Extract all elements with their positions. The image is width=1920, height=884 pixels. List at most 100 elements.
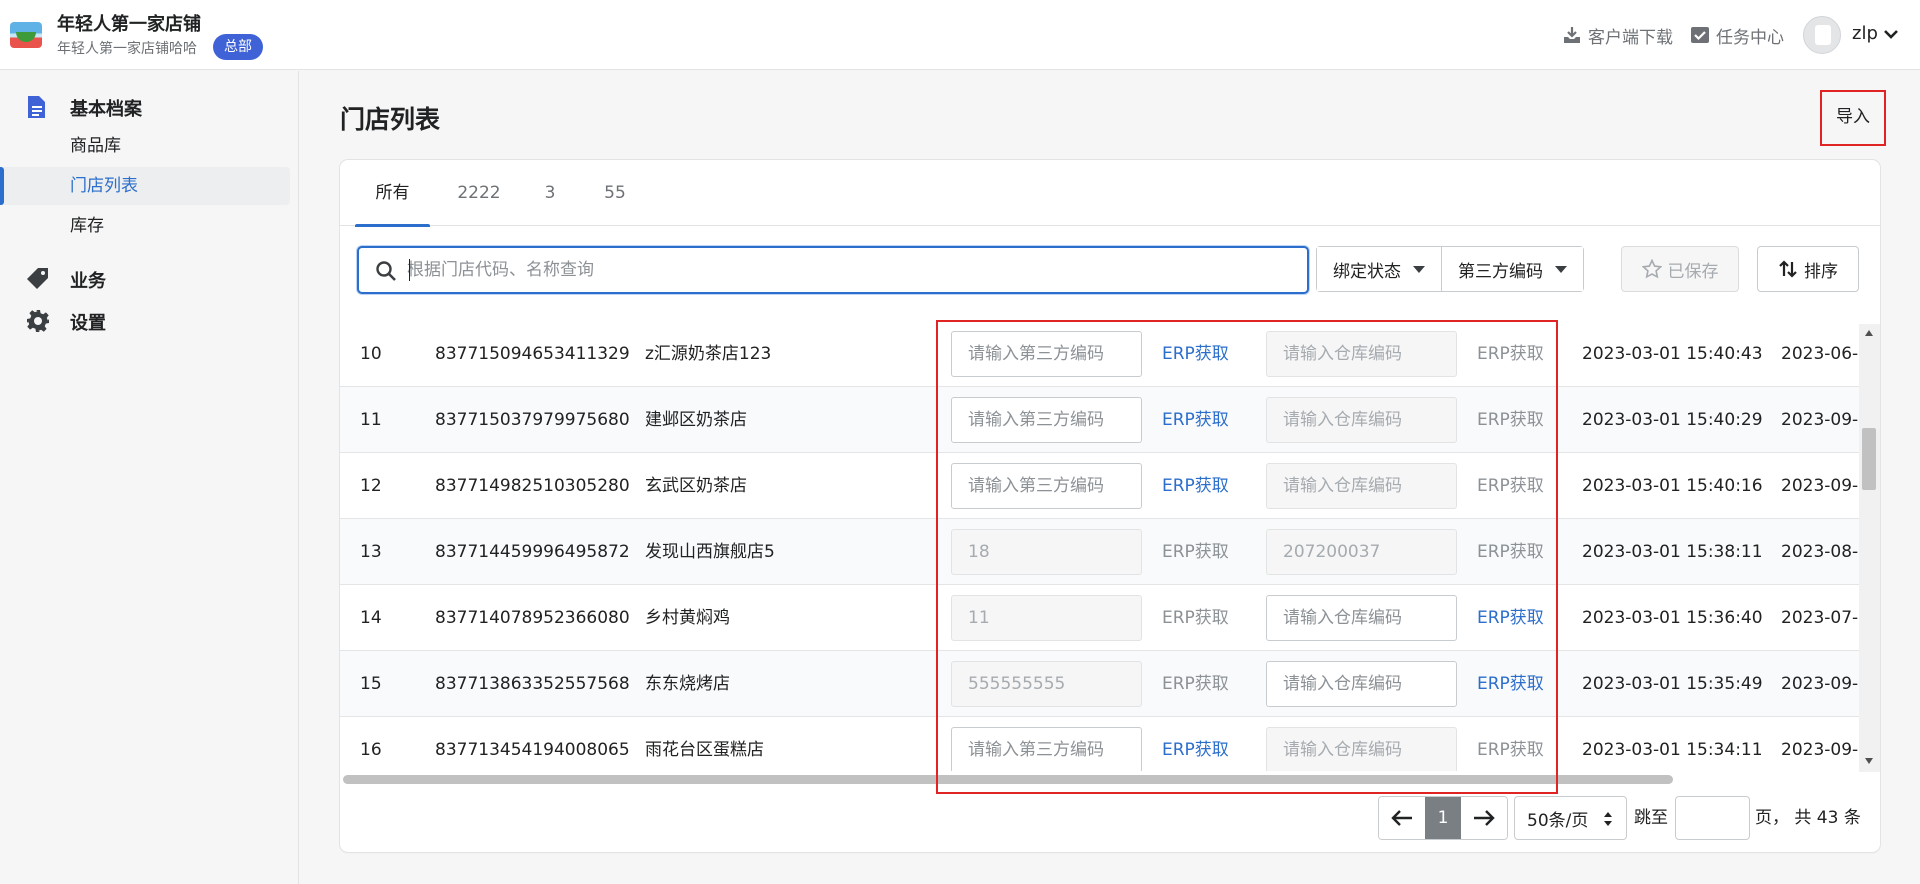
third-party-code-field[interactable]: 请输入第三方编码: [951, 331, 1142, 377]
sidebar-group-settings[interactable]: 设置: [0, 303, 299, 337]
tab-all[interactable]: 所有: [355, 160, 430, 227]
saved-button[interactable]: 已保存: [1621, 246, 1739, 292]
warehouse-code-field: 207200037: [1266, 529, 1457, 575]
import-button[interactable]: 导入: [1820, 90, 1886, 146]
search-box: [357, 246, 1309, 294]
select-arrows-icon: [1604, 812, 1612, 826]
search-input[interactable]: [407, 256, 1287, 284]
third-party-code-field[interactable]: 请输入第三方编码: [951, 397, 1142, 443]
sidebar-group-basic-files[interactable]: 基本档案: [0, 89, 299, 123]
text-caret: [409, 259, 410, 281]
scroll-down-arrow-icon[interactable]: [1865, 758, 1873, 764]
erp-fetch-third-code-link: ERP获取: [1162, 542, 1229, 562]
sidebar: 基本档案 商品库 门店列表 库存 业务 设置: [0, 71, 299, 884]
erp-fetch-warehouse-code-link[interactable]: ERP获取: [1477, 651, 1544, 717]
table-row: 14 837714078952366080 乡村黄焖鸡 11 ERP获取 请输入仓库编码 E…: [340, 585, 1859, 651]
erp-fetch-warehouse-code-link: ERP获取: [1477, 410, 1544, 430]
warehouse-code-field: 请输入仓库编码: [1266, 727, 1457, 771]
third-code-filter[interactable]: 第三方编码: [1441, 247, 1583, 291]
erp-fetch-warehouse-code-link: ERP获取: [1477, 344, 1544, 364]
arrow-left-icon: [1391, 810, 1412, 826]
current-page[interactable]: 1: [1425, 797, 1461, 839]
third-party-code-field[interactable]: 请输入第三方编码: [951, 463, 1142, 509]
sidebar-item-inventory[interactable]: 库存: [0, 207, 290, 245]
updated-time: 2023-09-1: [1781, 410, 1859, 430]
page-title: 门店列表: [340, 105, 441, 134]
store-name: 东东烧烤店: [645, 674, 730, 694]
store-code: 837715037979975680: [435, 410, 630, 430]
jump-page-input[interactable]: [1675, 796, 1750, 840]
next-page-button[interactable]: [1461, 797, 1507, 839]
document-icon: [28, 96, 45, 118]
updated-time: 2023-08-1: [1781, 542, 1859, 562]
store-subtitle: 年轻人第一家店铺哈哈: [57, 41, 197, 57]
top-bar: 年轻人第一家店铺 年轻人第一家店铺哈哈 总部 客户端下载 任务中心 zlp: [0, 0, 1920, 70]
store-code: 837713454194008065: [435, 740, 630, 760]
sidebar-item-store-list[interactable]: 门店列表: [0, 167, 290, 205]
erp-fetch-third-code-link[interactable]: ERP获取: [1162, 453, 1229, 519]
created-time: 2023-03-01 15:40:16: [1582, 476, 1763, 496]
erp-fetch-warehouse-code-link: ERP获取: [1477, 542, 1544, 562]
store-logo: [10, 22, 42, 48]
warehouse-code-field[interactable]: 请输入仓库编码: [1266, 595, 1457, 641]
erp-fetch-third-code-link[interactable]: ERP获取: [1162, 327, 1229, 387]
store-name: 发现山西旗舰店5: [645, 542, 775, 562]
erp-fetch-warehouse-code-link[interactable]: ERP获取: [1477, 585, 1544, 651]
sidebar-group-business[interactable]: 业务: [0, 261, 299, 295]
table-row: 13 837714459996495872 发现山西旗舰店5 18 ERP获取 20720…: [340, 519, 1859, 585]
erp-fetch-warehouse-code-link: ERP获取: [1477, 740, 1544, 760]
prev-page-button[interactable]: [1379, 797, 1425, 839]
store-table: 10 837715094653411329 z汇源奶茶店123 请输入第三方编码 ERP…: [340, 327, 1859, 771]
sort-button[interactable]: 排序: [1757, 246, 1859, 292]
filter-tabs: 所有 2222 3 55: [340, 160, 1880, 227]
erp-fetch-third-code-link[interactable]: ERP获取: [1162, 717, 1229, 771]
user-menu[interactable]: zlp: [1852, 23, 1900, 44]
created-time: 2023-03-01 15:38:11: [1582, 542, 1763, 562]
third-party-code-field[interactable]: 请输入第三方编码: [951, 727, 1142, 771]
task-check-icon: [1691, 27, 1709, 43]
task-center-link[interactable]: 任务中心: [1690, 0, 1784, 70]
sidebar-group-label: 设置: [70, 313, 106, 334]
sort-label: 排序: [1804, 261, 1838, 282]
chevron-down-icon: [1883, 29, 1898, 39]
pagination: 1: [1378, 796, 1508, 840]
store-code: 837715094653411329: [435, 344, 630, 364]
user-name: zlp: [1852, 23, 1878, 44]
page-size-value: 50条/页: [1527, 810, 1589, 831]
store-list-card: 所有 2222 3 55 绑定状态 第三方编码 已保存 排序 10 8377150…: [340, 160, 1880, 852]
user-avatar[interactable]: [1803, 16, 1841, 54]
vertical-scrollbar[interactable]: [1859, 324, 1880, 772]
erp-fetch-third-code-link[interactable]: ERP获取: [1162, 387, 1229, 453]
tab-3[interactable]: 3: [530, 160, 570, 226]
created-time: 2023-03-01 15:34:11: [1582, 740, 1763, 760]
bind-status-filter[interactable]: 绑定状态: [1317, 247, 1441, 291]
row-number: 16: [360, 740, 382, 760]
row-number: 11: [360, 410, 382, 430]
search-icon: [376, 261, 396, 281]
updated-time: 2023-07-1: [1781, 608, 1859, 628]
created-time: 2023-03-01 15:40:43: [1582, 344, 1763, 364]
sidebar-item-product-library[interactable]: 商品库: [0, 127, 290, 165]
warehouse-code-field: 请输入仓库编码: [1266, 463, 1457, 509]
client-download-link[interactable]: 客户端下载: [1562, 0, 1673, 70]
sidebar-group-label: 业务: [70, 271, 106, 292]
scroll-up-arrow-icon[interactable]: [1865, 330, 1873, 336]
store-code: 837714982510305280: [435, 476, 630, 496]
table-row: 10 837715094653411329 z汇源奶茶店123 请输入第三方编码 ERP…: [340, 327, 1859, 387]
client-download-label: 客户端下载: [1588, 27, 1673, 48]
vertical-scroll-thumb[interactable]: [1862, 428, 1876, 490]
sidebar-group-label: 基本档案: [70, 99, 142, 120]
table-row: 15 837713863352557568 东东烧烤店 555555555 ERP获取请…: [340, 651, 1859, 717]
updated-time: 2023-09-0: [1781, 674, 1859, 694]
third-party-code-field: 11: [951, 595, 1142, 641]
task-center-label: 任务中心: [1716, 27, 1784, 48]
tab-2222[interactable]: 2222: [447, 160, 511, 226]
page-size-select[interactable]: 50条/页: [1514, 796, 1627, 840]
warehouse-code-field[interactable]: 请输入仓库编码: [1266, 661, 1457, 707]
filter-group: 绑定状态 第三方编码: [1316, 246, 1584, 292]
horizontal-scrollbar[interactable]: [340, 773, 1859, 785]
created-time: 2023-03-01 15:36:40: [1582, 608, 1763, 628]
tab-55[interactable]: 55: [590, 160, 640, 226]
arrow-right-icon: [1474, 810, 1495, 826]
horizontal-scroll-thumb[interactable]: [343, 775, 1673, 784]
